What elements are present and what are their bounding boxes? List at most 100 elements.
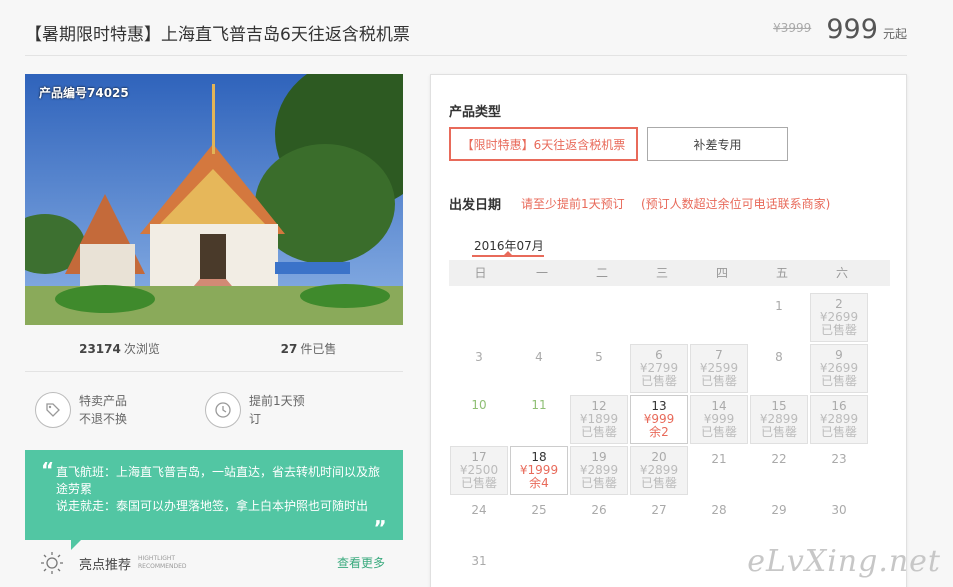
feature-special-sale-text: 特卖产品 不退不换 (79, 392, 127, 428)
product-title: 【暑期限时特惠】上海直飞普吉岛6天往返含税机票 (25, 25, 410, 45)
calendar-day-4: 4 (510, 344, 568, 393)
calendar-day-2: 2 ¥2699 已售罄 (810, 293, 868, 342)
calendar-day-14: 14 ¥999 已售罄 (690, 395, 748, 444)
calendar-day-7: 7 ¥2599 已售罄 (690, 344, 748, 393)
feature-special-sale-line2: 不退不换 (79, 411, 128, 426)
month-tab-underline (472, 251, 544, 257)
calendar-day-20: 20 ¥2899 已售罄 (630, 446, 688, 495)
calendar-day-status: 已售罄 (760, 425, 797, 439)
calendar-day-19: 19 ¥2899 已售罄 (570, 446, 628, 495)
product-info-panel: 产品编号74025 23174 次浏览 27 件已售 特卖产品 不退不换 提前1天预 (25, 74, 403, 580)
calendar-day-number: 5 (595, 350, 603, 364)
view-more-link[interactable]: 查看更多 (337, 554, 385, 571)
calendar-day-22: 22 (750, 446, 808, 495)
calendar-day-number: 24 (471, 503, 487, 517)
calendar-day-status: 已售罄 (700, 425, 737, 439)
calendar-day-status: 已售罄 (460, 476, 497, 490)
calendar-day-status: 已售罄 (580, 476, 617, 490)
calendar-day-26: 26 (570, 497, 628, 546)
weekday-wed: 三 (655, 266, 668, 280)
calendar-day-24: 24 (450, 497, 508, 546)
highlight-quote-box: “ 直飞航班：上海直飞普吉岛，一站直达，省去转机时间以及旅途劳累 说走就走：泰国… (25, 450, 403, 550)
feature-special-sale-line1: 特卖产品 (79, 393, 128, 408)
quote-close-icon: „ (373, 505, 387, 529)
contact-merchant-note: (预订人数超过余位可电话联系商家) (641, 197, 831, 211)
calendar-day-28: 28 (690, 497, 748, 546)
calendar-day-status: 已售罄 (820, 374, 857, 388)
calendar-day-number: 27 (651, 503, 667, 517)
calendar-day-27: 27 (630, 497, 688, 546)
booking-panel: 产品类型 【限时特惠】6天往返含税机票 补差专用 出发日期 请至少提前1天预订 … (430, 74, 907, 587)
weekday-tue: 二 (595, 266, 608, 280)
weekday-thu: 四 (715, 266, 728, 280)
calendar-day-18[interactable]: 18 ¥1999 余4 (510, 446, 568, 495)
calendar-day-status: 已售罄 (580, 425, 617, 439)
calendar-day-number: 31 (471, 554, 487, 568)
feature-advance-booking-line1: 提前1天预 (249, 393, 305, 408)
calendar-day-31: 31 (450, 548, 508, 587)
calendar-day-23: 23 (810, 446, 868, 495)
calendar-day-status: 余4 (529, 476, 549, 490)
calendar-day-number: 11 (531, 398, 547, 412)
page-header: 【暑期限时特惠】上海直飞普吉岛6天往返含税机票 ¥3999 999 元起 (25, 0, 907, 56)
calendar-day-number: 1 (775, 299, 783, 313)
features-row: 特卖产品 不退不换 提前1天预 订 (25, 372, 403, 447)
current-price: 999 (826, 14, 878, 45)
weekday-sat: 六 (835, 266, 848, 280)
watermark: eLvXing.net (747, 544, 941, 579)
calendar-day-9: 9 ¥2699 已售罄 (810, 344, 868, 393)
calendar-day-number: 30 (831, 503, 847, 517)
calendar-day-13[interactable]: 13 ¥999 余2 (630, 395, 688, 444)
feature-advance-booking-text: 提前1天预 订 (249, 392, 305, 428)
calendar-day-10: 10 (450, 395, 508, 444)
original-price: ¥3999 (773, 21, 812, 35)
product-number: 产品编号74025 (39, 86, 129, 100)
calendar-day-number: 8 (775, 350, 783, 364)
highlight-english-line1: HIGHTLIGHT (138, 555, 176, 562)
calendar-day-16: 16 ¥2899 已售罄 (810, 395, 868, 444)
calendar-day-number: 23 (831, 452, 847, 466)
sold-stat: 27 件已售 (214, 340, 403, 357)
views-stat: 23174 次浏览 (25, 340, 214, 357)
calendar-day-1: 1 (750, 293, 808, 342)
advance-booking-note: 请至少提前1天预订 (521, 197, 625, 211)
highlight-title: 亮点推荐 (79, 558, 132, 573)
calendar-day-25: 25 (510, 497, 568, 546)
temple-photo-illustration (25, 74, 403, 325)
calendar-day-number: 3 (475, 350, 483, 364)
clock-icon (205, 391, 241, 428)
calendar-day-status: 已售罄 (820, 323, 857, 337)
sold-label: 件已售 (300, 341, 337, 356)
weekday-sun: 日 (474, 266, 487, 280)
calendar-day-number: 26 (591, 503, 607, 517)
quote-open-icon: “ (41, 458, 55, 482)
calendar-day-number: 21 (711, 452, 727, 466)
calendar-day-21: 21 (690, 446, 748, 495)
weekday-fri: 五 (775, 266, 788, 280)
feature-advance-booking: 提前1天预 订 (205, 391, 375, 428)
calendar-day-number: 29 (771, 503, 787, 517)
feature-special-sale: 特卖产品 不退不换 (35, 391, 205, 428)
product-type-option-special[interactable]: 【限时特惠】6天往返含税机票 (449, 127, 638, 161)
product-type-option-supplement[interactable]: 补差专用 (647, 127, 788, 161)
calendar-day-12: 12 ¥1899 已售罄 (570, 395, 628, 444)
calendar-day-5: 5 (570, 344, 628, 393)
weekday-mon: 一 (535, 266, 548, 280)
quote-line-1: 直飞航班：上海直飞普吉岛，一站直达，省去转机时间以及旅途劳累 (56, 465, 381, 496)
highlight-english: HIGHTLIGHT RECOMMENDED (138, 555, 187, 571)
calendar-day-15: 15 ¥2899 已售罄 (750, 395, 808, 444)
calendar-day-status: 已售罄 (820, 425, 857, 439)
calendar-day-number: 4 (535, 350, 543, 364)
calendar-day-6: 6 ¥2799 已售罄 (630, 344, 688, 393)
calendar-day-17: 17 ¥2500 已售罄 (450, 446, 508, 495)
stats-row: 23174 次浏览 27 件已售 (25, 325, 403, 372)
product-photo: 产品编号74025 (25, 74, 403, 325)
calendar-day-number: 10 (471, 398, 487, 412)
quote-line-2: 说走就走：泰国可以办理落地签，拿上白本护照也可随时出 (56, 499, 369, 513)
feature-advance-booking-line2: 订 (249, 411, 262, 426)
calendar-day-status: 已售罄 (640, 374, 677, 388)
product-type-label: 产品类型 (449, 105, 502, 120)
calendar-day-number: 25 (531, 503, 547, 517)
weekday-header: 日 一 二 三 四 五 六 (449, 260, 890, 286)
sun-icon (41, 552, 63, 574)
